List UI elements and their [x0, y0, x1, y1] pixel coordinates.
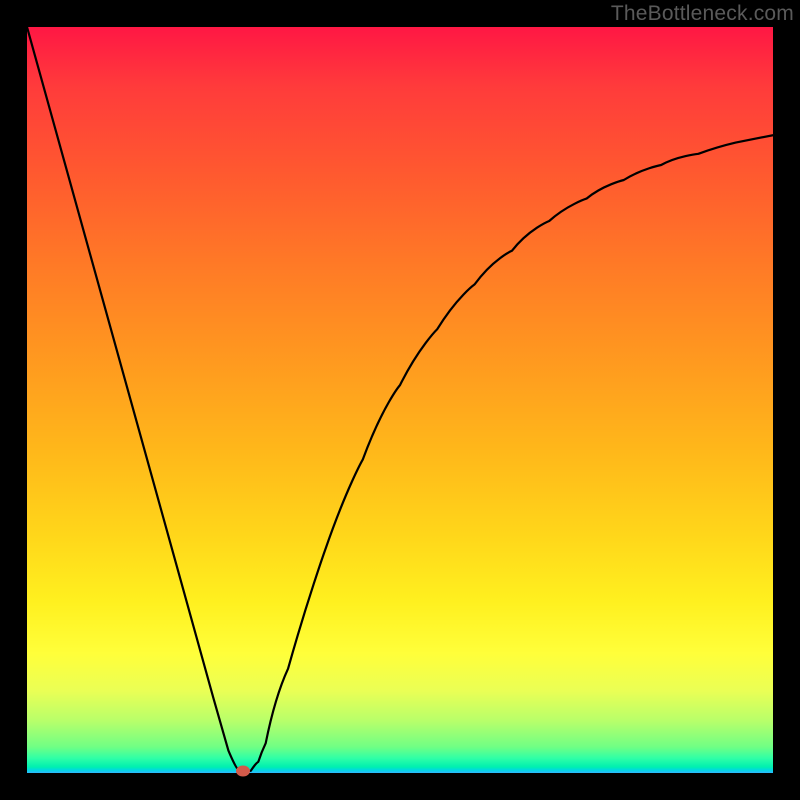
bottleneck-curve	[27, 27, 773, 771]
chart-frame: TheBottleneck.com	[0, 0, 800, 800]
optimum-marker	[236, 766, 250, 777]
curve-svg	[27, 27, 773, 773]
attribution-label: TheBottleneck.com	[611, 2, 794, 26]
